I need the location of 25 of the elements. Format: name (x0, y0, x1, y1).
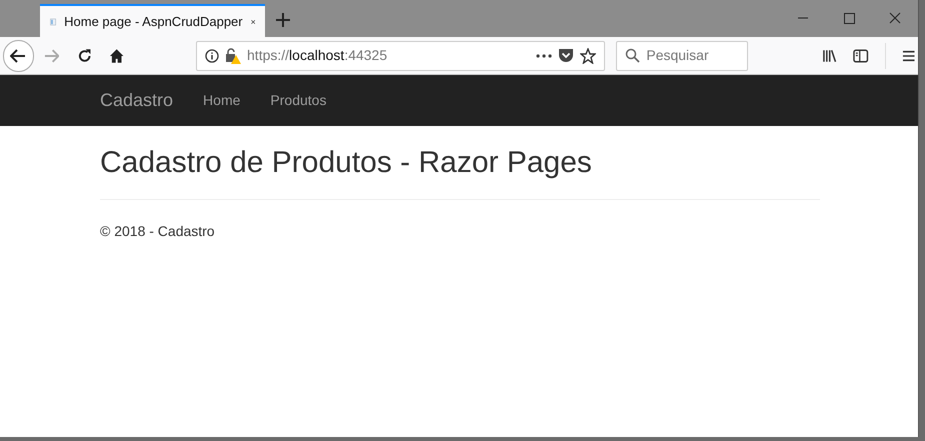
home-icon[interactable] (108, 48, 124, 64)
brand-link[interactable]: Cadastro (100, 87, 174, 114)
page-heading: Cadastro de Produtos - Razor Pages (100, 146, 593, 179)
sidebar-icon[interactable] (853, 48, 869, 62)
footer-text: © 2018 - Cadastro (100, 222, 216, 241)
pocket-icon[interactable] (558, 48, 574, 63)
menu-icon[interactable] (902, 50, 916, 62)
search-input[interactable]: Pesquisar (646, 45, 736, 66)
browser-tab[interactable]: Home page - AspnCrudDapper (40, 4, 265, 37)
nav-link[interactable]: Home (203, 90, 240, 111)
lock-warning-icon[interactable] (225, 48, 242, 64)
back-button[interactable] (3, 40, 34, 72)
reload-icon[interactable] (77, 48, 93, 64)
library-icon[interactable] (822, 48, 838, 62)
info-icon[interactable] (205, 48, 220, 62)
plus-icon[interactable] (275, 12, 291, 28)
search-field[interactable]: Pesquisar (616, 40, 748, 70)
search-icon (625, 48, 640, 63)
nav-link[interactable]: Produtos (270, 90, 326, 111)
star-icon[interactable] (580, 48, 596, 64)
tab-title: Home page - AspnCrudDapper (64, 12, 243, 31)
more-dots-icon[interactable] (536, 54, 552, 58)
url-text: https://localhost:44325 (247, 46, 388, 65)
back-arrow-icon (10, 48, 26, 62)
address-bar[interactable]: https://localhost:44325 (196, 40, 606, 70)
